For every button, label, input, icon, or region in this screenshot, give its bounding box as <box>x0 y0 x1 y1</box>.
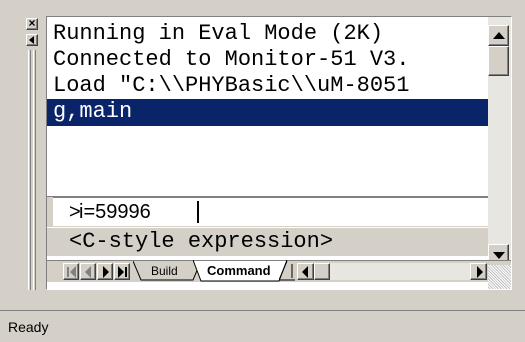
tab-next-button[interactable] <box>97 263 113 280</box>
close-icon: × <box>28 16 36 30</box>
docking-grip[interactable]: × <box>18 16 48 290</box>
command-value: i=59996 <box>79 201 151 223</box>
last-tab-icon <box>117 266 129 278</box>
arrow-up-icon <box>493 32 505 39</box>
close-pane-button[interactable]: × <box>26 16 38 30</box>
tab-build-label: Build <box>151 264 178 278</box>
hscroll-right-button[interactable] <box>470 263 487 280</box>
prev-tab-icon <box>85 266 91 278</box>
restore-pane-button[interactable] <box>26 34 38 46</box>
output-line-4: g,main <box>53 99 133 124</box>
command-vscrollbar[interactable] <box>488 199 511 265</box>
arrow-left-icon <box>302 266 308 278</box>
tab-build[interactable]: Build <box>133 261 201 281</box>
scroll-thumb[interactable] <box>488 46 509 76</box>
arrow-down-icon <box>493 252 505 259</box>
tab-command[interactable]: Command <box>193 260 287 282</box>
output-line-3: Load "C:\\PHYBasic\\uM-8051 <box>53 73 410 98</box>
output-vscrollbar[interactable] <box>488 17 511 199</box>
text-cursor <box>197 201 199 223</box>
first-tab-icon <box>66 266 78 278</box>
tab-prev-button[interactable] <box>80 263 96 280</box>
status-text: Ready <box>8 319 49 335</box>
statusbar: Ready <box>0 310 525 342</box>
scroll-up-button[interactable] <box>488 25 509 46</box>
restore-icon <box>29 36 34 44</box>
grip-line-2 <box>33 50 36 290</box>
output-line-2: Connected to Monitor-51 V3. <box>53 47 410 72</box>
output-log[interactable]: Running in Eval Mode (2K) Connected to M… <box>47 17 488 199</box>
hscroll-thumb[interactable] <box>314 263 330 280</box>
tab-first-button[interactable] <box>63 263 79 280</box>
command-input-field[interactable]: > i=59996 <box>53 197 488 226</box>
tab-last-button[interactable] <box>114 263 130 280</box>
tab-next-partial[interactable] <box>279 261 295 281</box>
next-tab-icon <box>103 266 109 278</box>
output-line-1: Running in Eval Mode (2K) <box>53 21 384 46</box>
tab-strip: Build Command <box>47 260 511 282</box>
size-grip[interactable] <box>488 265 511 289</box>
arrow-right-icon <box>477 266 483 278</box>
tab-partial-shape <box>279 261 295 281</box>
tab-hscrollbar[interactable] <box>297 263 487 280</box>
command-input-area: > i=59996 <box>47 197 488 227</box>
hscroll-left-button[interactable] <box>297 263 314 280</box>
selected-line-highlight[interactable]: g,main <box>47 99 488 126</box>
hint-bar: <C-style expression> <box>47 228 488 256</box>
command-pane: Running in Eval Mode (2K) Connected to M… <box>46 16 512 290</box>
tab-command-label: Command <box>207 263 271 278</box>
grip-line-1 <box>28 50 31 290</box>
hint-text: <C-style expression> <box>69 229 334 254</box>
